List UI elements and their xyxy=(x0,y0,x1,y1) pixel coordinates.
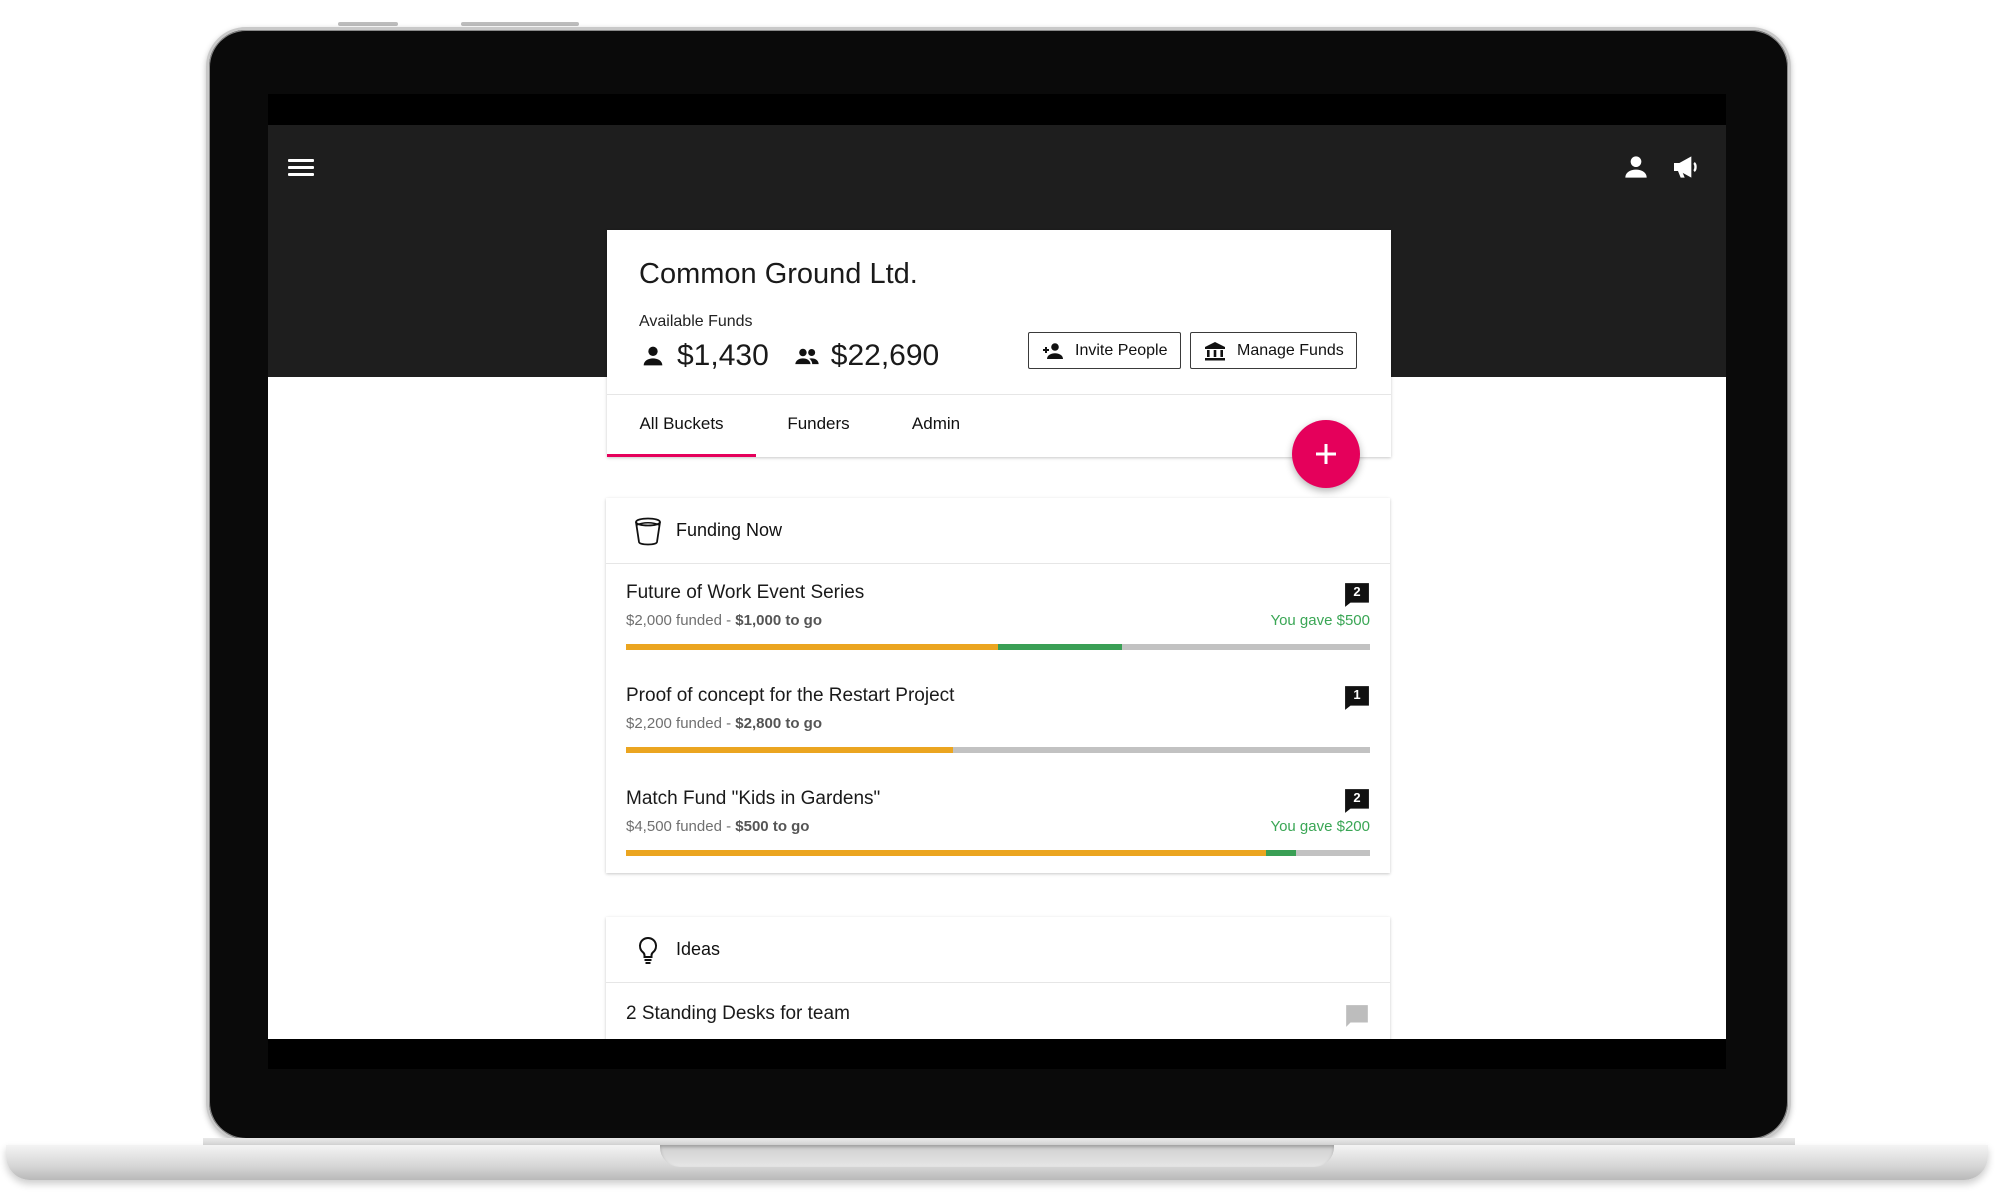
comment-count-badge[interactable]: 2 xyxy=(1344,582,1370,608)
bucket-icon xyxy=(635,517,661,545)
tab-bar: All Buckets Funders Admin xyxy=(607,394,1391,457)
bucket-separator: - xyxy=(721,612,736,629)
bucket-item[interactable]: Match Fund "Kids in Gardens" $4,500 funde… xyxy=(606,770,1390,873)
bucket-progress-bar xyxy=(626,644,1370,650)
bucket-item[interactable]: Future of Work Event Series $2,000 funded… xyxy=(606,564,1390,667)
lid-tab-right xyxy=(461,22,579,26)
manage-funds-button[interactable]: Manage Funds xyxy=(1190,332,1357,369)
tab-funders[interactable]: Funders xyxy=(756,395,881,457)
bucket-title: Future of Work Event Series xyxy=(626,582,865,603)
ideas-header: Ideas xyxy=(606,917,1390,983)
bucket-funded: $4,500 funded xyxy=(626,818,722,835)
plus-icon xyxy=(1316,444,1336,464)
progress-funded xyxy=(626,747,954,753)
org-name: Common Ground Ltd. xyxy=(639,258,918,290)
bucket-item[interactable]: Proof of concept for the Restart Project… xyxy=(606,667,1390,770)
personal-funds-amount: $1,430 xyxy=(677,339,769,372)
person-add-icon xyxy=(1043,342,1063,359)
org-card: Common Ground Ltd. Available Funds $1,43… xyxy=(607,230,1391,457)
person-icon xyxy=(643,346,663,366)
bucket-funding-status: $2,200 funded - $2,800 to go xyxy=(626,715,822,732)
group-icon xyxy=(795,348,819,365)
bucket-you-gave: You gave $200 xyxy=(1270,818,1370,835)
progress-you-gave xyxy=(998,644,1123,650)
bucket-funded: $2,200 funded xyxy=(626,715,722,732)
invite-people-label: Invite People xyxy=(1075,341,1168,359)
bucket-separator: - xyxy=(721,715,736,732)
bucket-you-gave: You gave $500 xyxy=(1270,612,1370,629)
screen-bottom-bezel xyxy=(268,1039,1726,1069)
lid-tab-left xyxy=(338,22,398,26)
screen-top-bezel xyxy=(268,94,1726,125)
comment-count: 2 xyxy=(1353,584,1361,599)
manage-funds-label: Manage Funds xyxy=(1237,341,1344,359)
bucket-funding-status: $4,500 funded - $500 to go xyxy=(626,818,809,835)
idea-title: 2 Standing Desks for team xyxy=(626,1003,850,1024)
bucket-list: Future of Work Event Series $2,000 funded… xyxy=(606,564,1390,873)
bank-icon xyxy=(1205,341,1225,360)
progress-funded xyxy=(626,644,998,650)
lightbulb-icon xyxy=(638,936,658,964)
progress-you-gave xyxy=(1265,850,1296,856)
laptop-screen: Common Ground Ltd. Available Funds $1,43… xyxy=(268,94,1726,1069)
bucket-progress-bar xyxy=(626,747,1370,753)
comment-count: 1 xyxy=(1353,687,1361,702)
laptop-base-notch xyxy=(660,1145,1334,1167)
comment-count-badge[interactable]: 2 xyxy=(1344,788,1370,814)
megaphone-icon[interactable] xyxy=(1670,151,1702,183)
bucket-funding-status: $2,000 funded - $1,000 to go xyxy=(626,612,822,629)
bucket-funded: $2,000 funded xyxy=(626,612,722,629)
progress-funded xyxy=(626,850,1266,856)
tab-admin[interactable]: Admin xyxy=(881,395,991,457)
comment-icon xyxy=(1346,1005,1368,1027)
person-icon[interactable] xyxy=(1620,151,1652,183)
funding-now-title: Funding Now xyxy=(676,520,783,540)
tab-all-buckets[interactable]: All Buckets xyxy=(607,395,756,457)
comment-count-badge[interactable]: 1 xyxy=(1344,685,1370,711)
funds-row: $1,430 $22,690 xyxy=(639,336,963,376)
menu-icon[interactable] xyxy=(288,155,314,177)
bucket-to-go: $500 to go xyxy=(735,818,810,835)
bucket-to-go: $2,800 to go xyxy=(735,715,822,732)
bucket-progress-bar xyxy=(626,850,1370,856)
bucket-separator: - xyxy=(721,818,736,835)
funding-now-card: Funding Now Future of Work Event Series $… xyxy=(606,498,1390,873)
add-bucket-button[interactable] xyxy=(1292,420,1360,488)
bucket-title: Match Fund "Kids in Gardens" xyxy=(626,788,881,809)
idea-item[interactable]: 2 Standing Desks for team xyxy=(606,983,1390,1043)
bucket-title: Proof of concept for the Restart Project xyxy=(626,685,955,706)
ideas-title: Ideas xyxy=(676,939,721,959)
funding-now-header: Funding Now xyxy=(606,498,1390,564)
available-funds-label: Available Funds xyxy=(639,313,753,330)
comment-count: 2 xyxy=(1353,790,1361,805)
invite-people-button[interactable]: Invite People xyxy=(1028,332,1181,369)
group-funds-amount: $22,690 xyxy=(830,339,940,372)
bucket-to-go: $1,000 to go xyxy=(735,612,822,629)
